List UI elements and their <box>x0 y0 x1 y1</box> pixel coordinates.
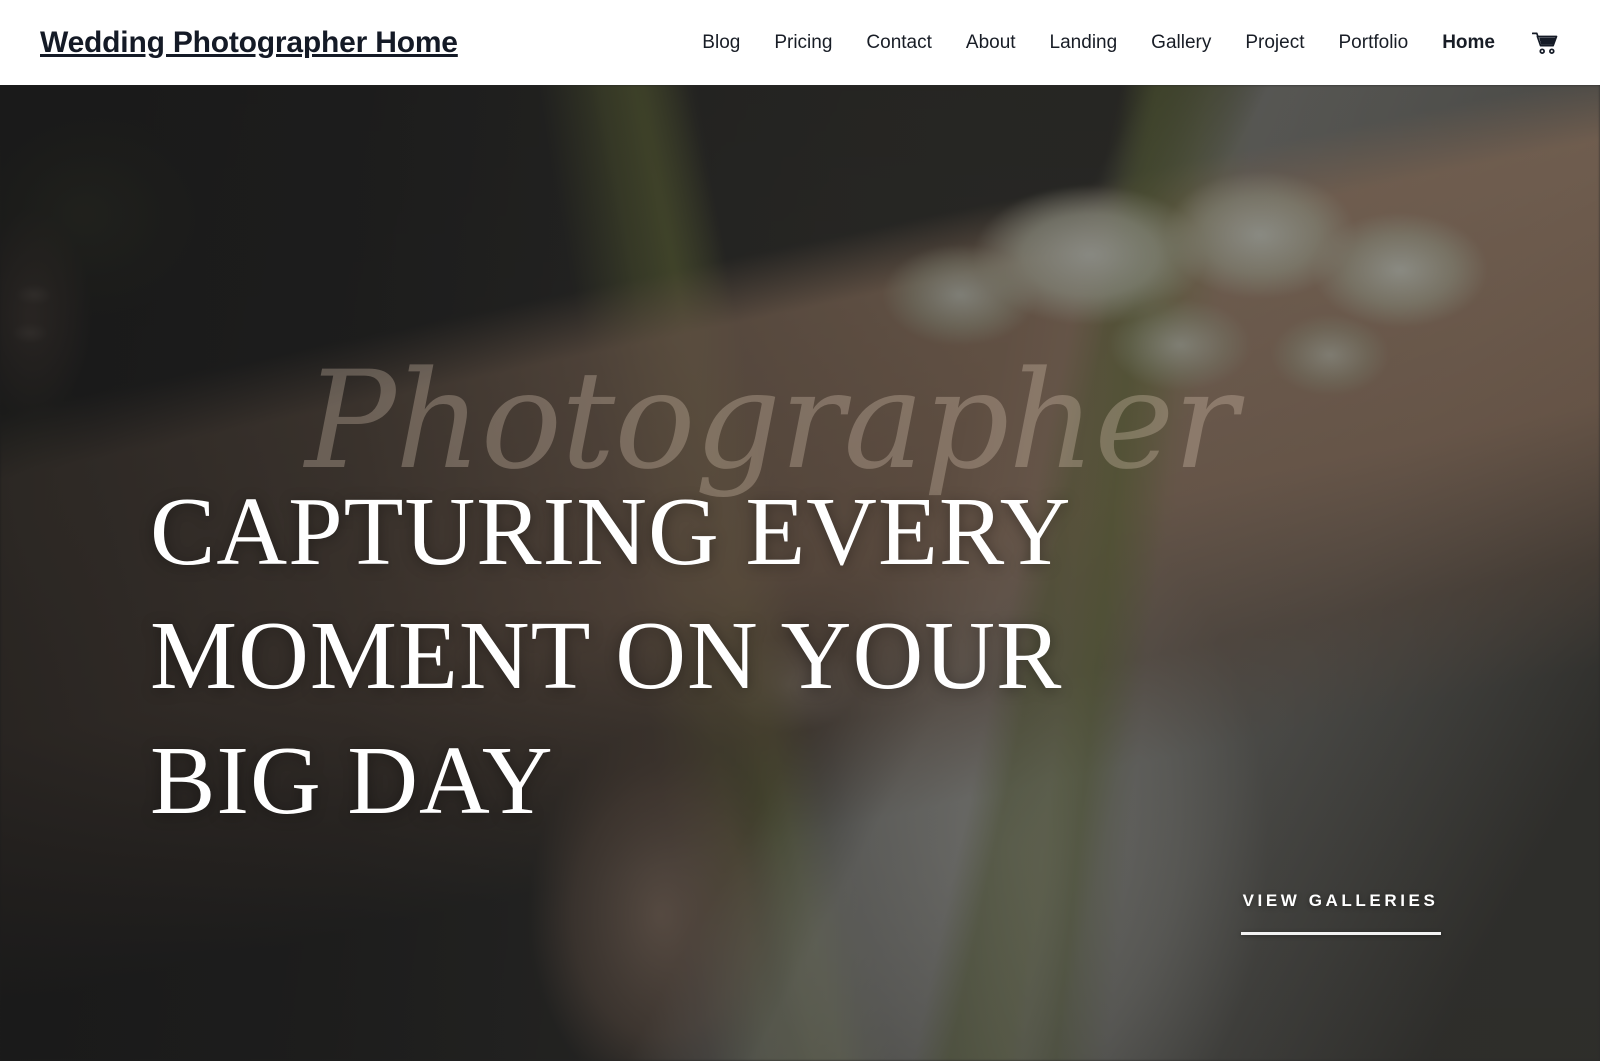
view-galleries-label: View Galleries <box>1242 891 1439 910</box>
nav-item-portfolio[interactable]: Portfolio <box>1322 33 1426 52</box>
nav-item-gallery[interactable]: Gallery <box>1134 33 1228 52</box>
nav-item-pricing[interactable]: Pricing <box>757 33 849 52</box>
nav-item-contact[interactable]: Contact <box>849 33 948 52</box>
hero-headline-line-1: Capturing Every <box>150 478 1072 586</box>
nav-item-blog[interactable]: Blog <box>685 33 757 52</box>
nav-item-home[interactable]: Home <box>1425 33 1512 52</box>
site-header: Wedding Photographer Home Blog Pricing C… <box>0 0 1600 85</box>
hero-content: Photographer Capturing Every Moment On Y… <box>0 85 1600 1061</box>
nav-item-about[interactable]: About <box>949 33 1033 52</box>
hero-section: Photographer Capturing Every Moment On Y… <box>0 85 1600 1061</box>
site-logo[interactable]: Wedding Photographer Home <box>40 26 458 60</box>
nav-item-project[interactable]: Project <box>1228 33 1321 52</box>
nav-item-landing[interactable]: Landing <box>1033 33 1135 52</box>
main-navigation: Blog Pricing Contact About Landing Galle… <box>685 32 1560 54</box>
hero-headline-line-2: Moment On Your <box>150 602 1063 711</box>
hero-script-overlay: Photographer <box>305 342 1238 499</box>
shopping-cart-icon[interactable] <box>1512 32 1560 54</box>
hero-headline: Capturing Every Moment On Your Big Day <box>150 470 1150 843</box>
hero-headline-line-3: Big Day <box>150 726 554 835</box>
view-galleries-button[interactable]: View Galleries <box>1228 891 1453 935</box>
view-galleries-underline <box>1240 932 1441 935</box>
